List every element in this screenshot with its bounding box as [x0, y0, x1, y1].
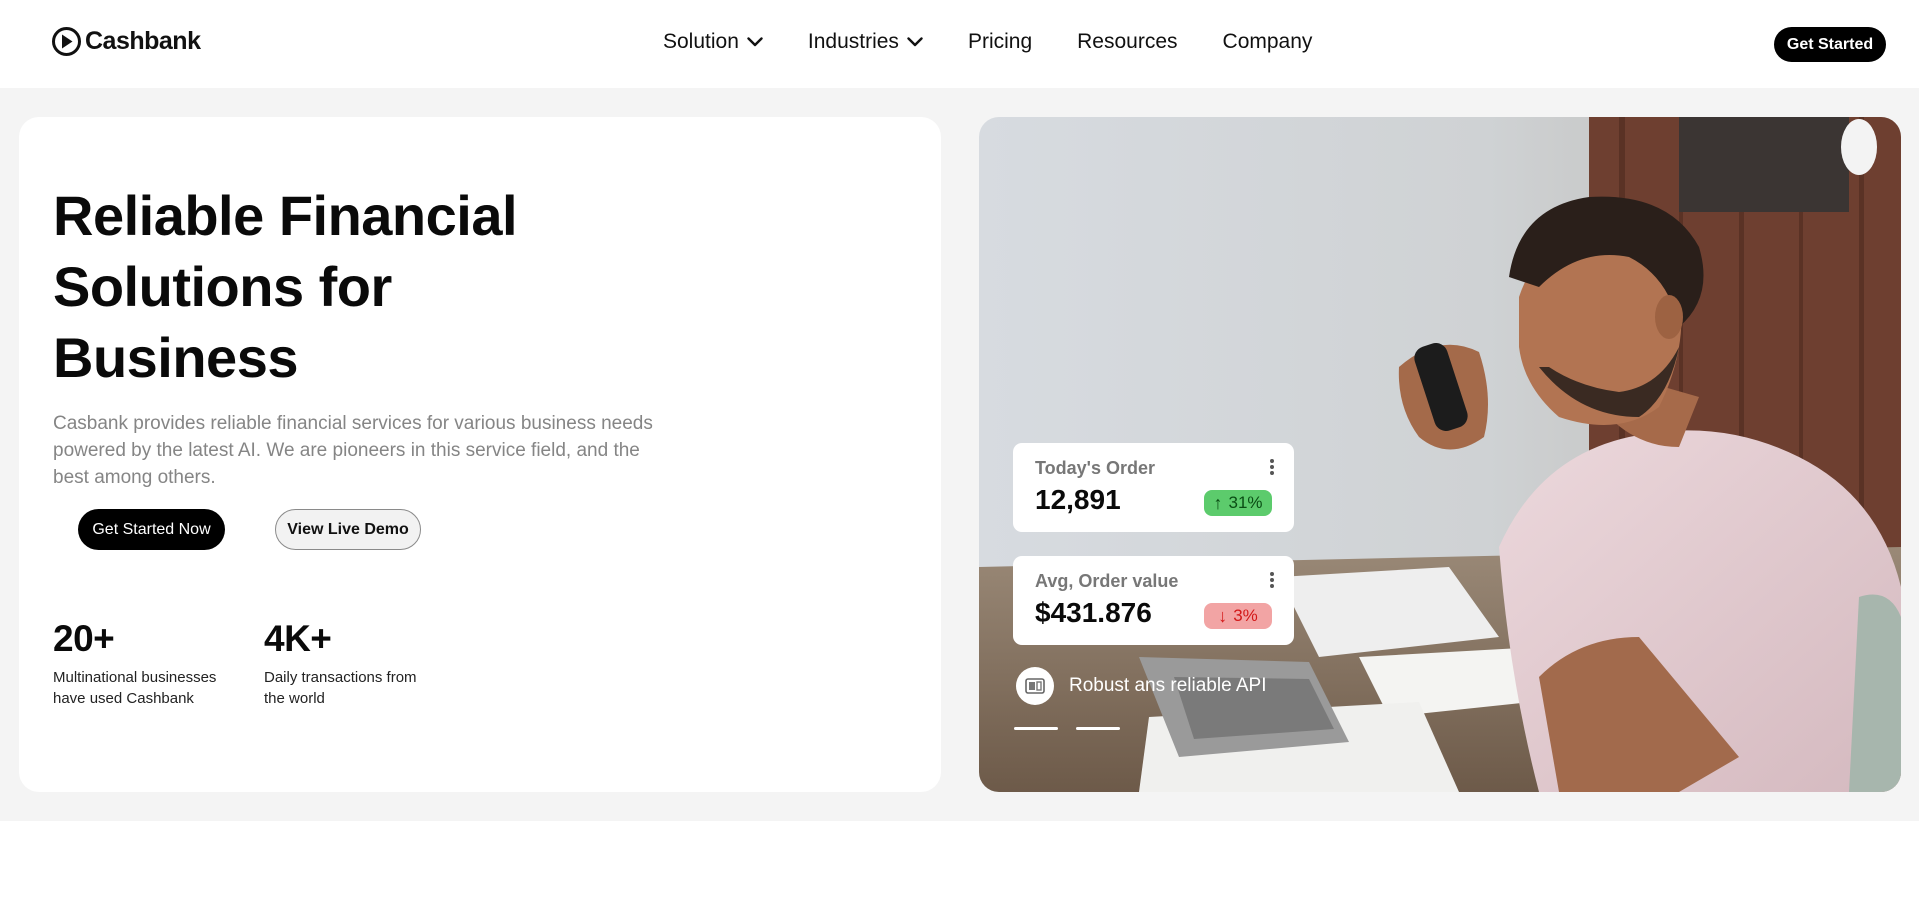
nav-item-label: Resources: [1077, 30, 1178, 53]
view-live-demo-button[interactable]: View Live Demo: [275, 509, 421, 550]
stat-label-line: Multinational businesses: [53, 669, 217, 686]
stat-label-line: the world: [264, 690, 325, 707]
chevron-down-icon: [907, 37, 923, 47]
arrow-down-icon: ↓: [1218, 605, 1228, 626]
stat-businesses: 20+ Multinational businesses have used C…: [53, 615, 216, 709]
arrow-up-icon: ↑: [1213, 492, 1223, 513]
brand-name: Cashbank: [85, 27, 201, 55]
hero-title-line: Business: [53, 326, 299, 389]
nav-item-label: Solution: [663, 30, 739, 53]
feature-caption: Robust ans reliable API: [1016, 667, 1267, 705]
stat-label-line: have used Cashbank: [53, 690, 194, 707]
carousel-dot[interactable]: [1014, 727, 1058, 730]
nav-item-resources[interactable]: Resources: [1077, 30, 1177, 54]
change-value: 3%: [1233, 606, 1258, 625]
hero-title: Reliable Financial Solutions for Busines…: [53, 180, 653, 393]
nav-item-company[interactable]: Company: [1223, 30, 1313, 54]
stat-label: Multinational businesses have used Cashb…: [53, 667, 216, 709]
more-vertical-icon[interactable]: [1270, 459, 1274, 477]
carousel-indicators: [1014, 727, 1120, 730]
main-nav: Solution Industries Pricing Resources Co…: [663, 30, 1312, 54]
widget-value: 12,891: [1035, 484, 1121, 515]
stat-label-line: Daily transactions from: [264, 669, 417, 686]
brand-logo[interactable]: Cashbank: [52, 27, 201, 56]
carousel-dot[interactable]: [1076, 727, 1120, 730]
stat-label: Daily transactions from the world: [264, 667, 417, 709]
widget-title: Avg, Order value: [1035, 571, 1179, 591]
widget-title: Today's Order: [1035, 458, 1155, 478]
change-value: 31%: [1228, 493, 1263, 512]
cashbank-logo-icon: [52, 27, 81, 56]
more-vertical-icon[interactable]: [1270, 572, 1274, 590]
stat-transactions: 4K+ Daily transactions from the world: [264, 615, 417, 709]
get-started-now-button[interactable]: Get Started Now: [78, 509, 225, 550]
nav-item-pricing[interactable]: Pricing: [968, 30, 1032, 54]
get-started-button[interactable]: Get Started: [1774, 27, 1886, 62]
change-badge-down: ↓ 3%: [1204, 603, 1272, 629]
nav-item-label: Industries: [807, 30, 899, 53]
hero-title-line: Reliable Financial: [53, 184, 518, 247]
hero-description: Casbank provides reliable financial serv…: [53, 413, 653, 488]
chevron-down-icon: [747, 37, 763, 47]
stat-value: 20+: [53, 618, 115, 659]
change-badge-up: ↑ 31%: [1204, 490, 1272, 516]
top-navbar: Cashbank Solution Industries Pricing Res…: [0, 0, 1919, 88]
nav-item-label: Company: [1222, 30, 1313, 53]
todays-order-widget: Today's Order 12,891 ↑ 31%: [1013, 443, 1294, 532]
hero-title-line: Solutions for: [53, 255, 392, 318]
nav-item-industries[interactable]: Industries: [808, 30, 923, 54]
widget-value: $431.876: [1035, 597, 1152, 628]
nav-item-label: Pricing: [967, 30, 1033, 53]
stat-value: 4K+: [264, 618, 332, 659]
api-document-icon: [1016, 667, 1054, 705]
feature-label: Robust ans reliable API: [1069, 675, 1267, 696]
nav-item-solution[interactable]: Solution: [663, 30, 763, 54]
hero-image-card: Today's Order 12,891 ↑ 31% Avg, Order va…: [979, 117, 1901, 792]
avg-order-value-widget: Avg, Order value $431.876 ↓ 3%: [1013, 556, 1294, 645]
